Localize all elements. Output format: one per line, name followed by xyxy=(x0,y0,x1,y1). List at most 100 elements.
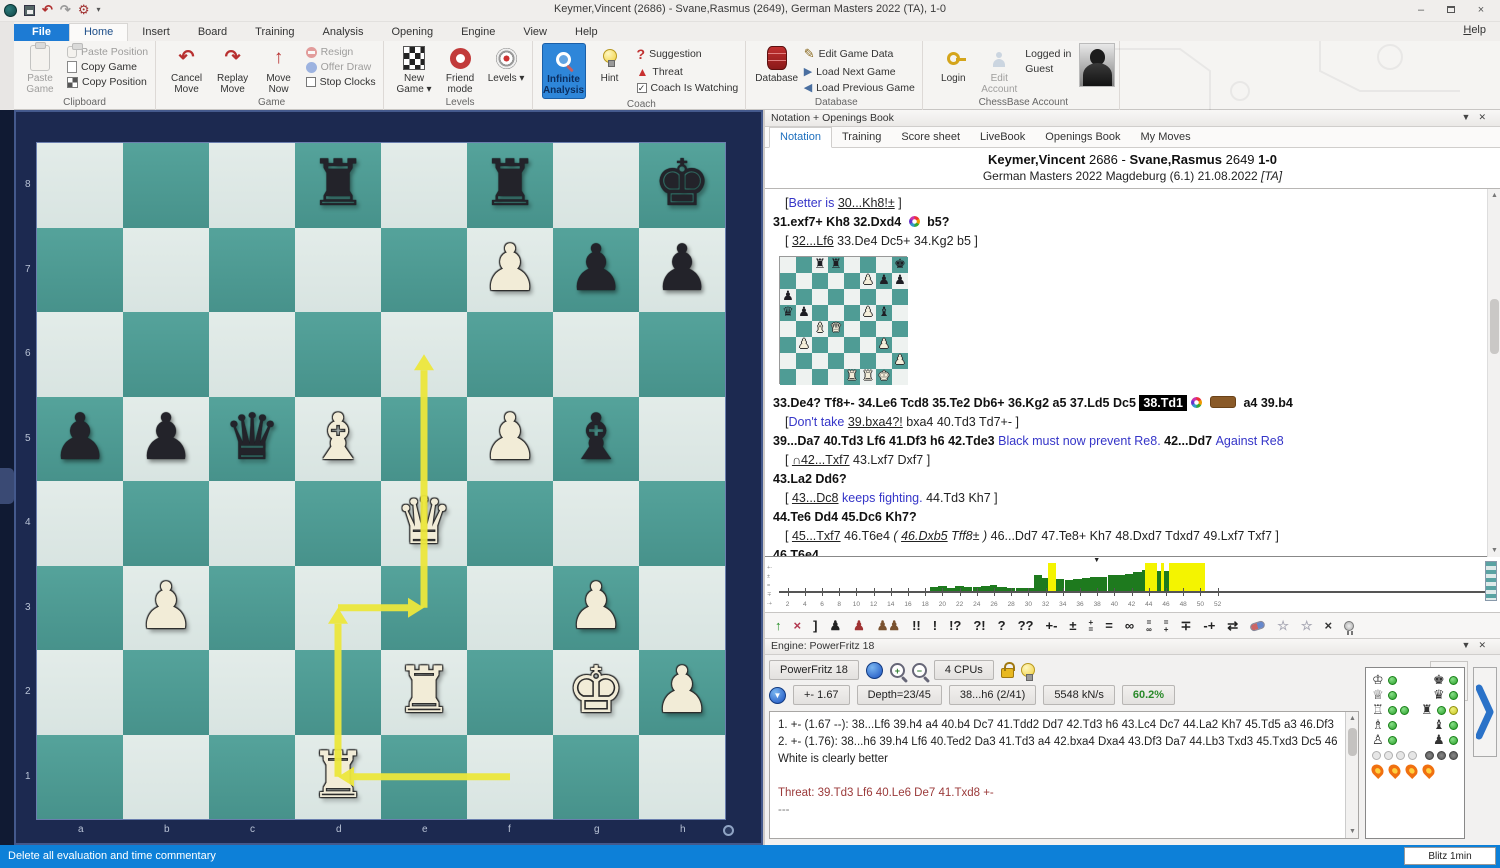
tab-training[interactable]: Training xyxy=(832,128,891,149)
piece-b5[interactable]: ♟ xyxy=(123,397,209,482)
move-text[interactable]: 46.T6e4 xyxy=(841,529,894,543)
notation-scrollbar[interactable]: ▲ ▼ xyxy=(1487,189,1500,557)
piece-g5[interactable]: ♝ xyxy=(553,397,639,482)
piece-g3[interactable]: ♟ xyxy=(553,566,639,651)
piece-a5[interactable]: ♟ xyxy=(37,397,123,482)
close-icon[interactable]: ✕ xyxy=(1478,112,1494,122)
friend-mode-button[interactable]: Friend mode xyxy=(438,43,482,97)
white-slightly-better[interactable]: += xyxy=(1089,619,1094,633)
docking-tab[interactable] xyxy=(0,468,14,504)
move-text[interactable]: [ xyxy=(785,453,792,467)
cancel-move-button[interactable]: ↶ Cancel Move xyxy=(165,43,209,97)
diagram-marker-icon[interactable] xyxy=(1191,397,1202,408)
square-e1[interactable] xyxy=(381,735,467,820)
square-e5[interactable] xyxy=(381,397,467,482)
offer-draw-button[interactable]: Offer Draw xyxy=(303,60,379,74)
help-link[interactable]: Help xyxy=(1463,24,1486,36)
tab-openings-book[interactable]: Openings Book xyxy=(1035,128,1130,149)
piece-g2[interactable]: ♚ xyxy=(553,650,639,735)
close-button[interactable]: × xyxy=(1466,0,1496,20)
piece-d8[interactable]: ♜ xyxy=(295,143,381,228)
square-e6[interactable] xyxy=(381,312,467,397)
square-a1[interactable] xyxy=(37,735,123,820)
edit-game-data-button[interactable]: ✎Edit Game Data xyxy=(801,45,918,63)
undo-icon[interactable]: ↶ xyxy=(42,2,53,18)
piece-b3[interactable]: ♟ xyxy=(123,566,209,651)
square-c7[interactable] xyxy=(209,228,295,313)
square-a7[interactable] xyxy=(37,228,123,313)
square-g4[interactable] xyxy=(553,481,639,566)
load-previous-game-button[interactable]: ◀Load Previous Game xyxy=(801,80,918,95)
minimize-button[interactable]: – xyxy=(1406,0,1436,20)
move-text[interactable]: [ xyxy=(785,234,792,248)
scroll-up-icon[interactable]: ▲ xyxy=(1346,712,1359,725)
lock-icon[interactable] xyxy=(1001,668,1014,678)
move-text[interactable]: ∩42...Txf7 xyxy=(792,453,850,467)
scissors-icon[interactable]: × xyxy=(1325,619,1333,632)
move-text[interactable]: 30...Kh8!± xyxy=(838,196,895,210)
move-text[interactable]: 46.T6e4 xyxy=(773,548,819,557)
move-text[interactable]: Tff8± ) xyxy=(948,529,988,543)
edit-account-button[interactable]: Edit Account xyxy=(977,43,1021,97)
square-c1[interactable] xyxy=(209,735,295,820)
compensation[interactable]: =∞ xyxy=(1146,619,1152,633)
save-icon[interactable] xyxy=(24,5,35,16)
engine-power-button[interactable] xyxy=(866,662,883,679)
square-c4[interactable] xyxy=(209,481,295,566)
diagram-marker-icon[interactable] xyxy=(909,216,920,227)
medal-icon[interactable] xyxy=(1344,621,1354,631)
redo-icon[interactable]: ↷ xyxy=(60,2,71,18)
square-g8[interactable] xyxy=(553,143,639,228)
copy-game-button[interactable]: Copy Game xyxy=(64,60,151,74)
equal[interactable]: = xyxy=(1105,619,1113,632)
color-swatch-icon[interactable] xyxy=(1210,396,1236,408)
counterplay[interactable]: ⇄ xyxy=(1227,619,1238,632)
square-f3[interactable] xyxy=(467,566,553,651)
interesting-move[interactable]: !? xyxy=(949,619,961,632)
levels-button[interactable]: Levels ▾ xyxy=(484,43,528,86)
zoom-in-button[interactable]: + xyxy=(890,663,905,678)
suggestion-button[interactable]: ?Suggestion xyxy=(634,45,742,63)
engine-pane-header[interactable]: Engine: PowerFritz 18 ▼✕ xyxy=(765,639,1500,655)
move-text[interactable]: 42...Dd7 xyxy=(1164,434,1215,448)
black-player-name[interactable]: Svane,Rasmus xyxy=(1129,152,1222,167)
piece-e4[interactable]: ♛ xyxy=(381,481,467,566)
white-better[interactable]: ± xyxy=(1069,619,1076,632)
qat-dropdown-icon[interactable]: ▾ xyxy=(96,2,100,18)
piece-f5[interactable]: ♟ xyxy=(467,397,553,482)
square-g1[interactable] xyxy=(553,735,639,820)
infinite-analysis-button[interactable]: Infinite Analysis xyxy=(542,43,586,99)
square-f1[interactable] xyxy=(467,735,553,820)
move-text[interactable]: bxa4 40.Td3 Td7+- ] xyxy=(903,415,1019,429)
square-h3[interactable] xyxy=(639,566,725,651)
square-h4[interactable] xyxy=(639,481,725,566)
black-better[interactable]: ∓ xyxy=(1180,619,1191,632)
move-text[interactable]: 31.exf7+ Kh8 32.Dxd4 xyxy=(773,215,905,229)
square-d6[interactable] xyxy=(295,312,381,397)
mistake[interactable]: ? xyxy=(998,619,1006,632)
piece-h2[interactable]: ♟ xyxy=(639,650,725,735)
square-b7[interactable] xyxy=(123,228,209,313)
square-f6[interactable] xyxy=(467,312,553,397)
move-text[interactable]: [ xyxy=(785,491,792,505)
square-d4[interactable] xyxy=(295,481,381,566)
notation-body[interactable]: [Better is 30...Kh8!± ]31.exf7+ Kh8 32.D… xyxy=(765,189,1500,557)
bracket-icon[interactable]: ] xyxy=(813,619,817,632)
piece-d5[interactable]: ♝ xyxy=(295,397,381,482)
next-best-button[interactable]: ▼ xyxy=(769,687,786,704)
clock-mode-badge[interactable]: Blitz 1min xyxy=(1404,847,1496,865)
scroll-down-icon[interactable]: ▼ xyxy=(1488,544,1500,557)
expand-chevron-button[interactable] xyxy=(1473,667,1497,757)
pieces-icon[interactable]: ♟♟ xyxy=(877,619,900,632)
tab-score-sheet[interactable]: Score sheet xyxy=(891,128,970,149)
eraser-icon[interactable] xyxy=(1249,619,1266,631)
coach-is-watching-checkbox[interactable]: ✓Coach Is Watching xyxy=(634,81,742,95)
good-move[interactable]: ! xyxy=(933,619,937,632)
resign-button[interactable]: Resign xyxy=(303,45,379,59)
move-text[interactable]: [ xyxy=(785,529,792,543)
square-e3[interactable] xyxy=(381,566,467,651)
move-text[interactable]: ( xyxy=(893,529,901,543)
square-c2[interactable] xyxy=(209,650,295,735)
engine-gear-icon[interactable]: ⚙ xyxy=(78,2,90,18)
square-a6[interactable] xyxy=(37,312,123,397)
